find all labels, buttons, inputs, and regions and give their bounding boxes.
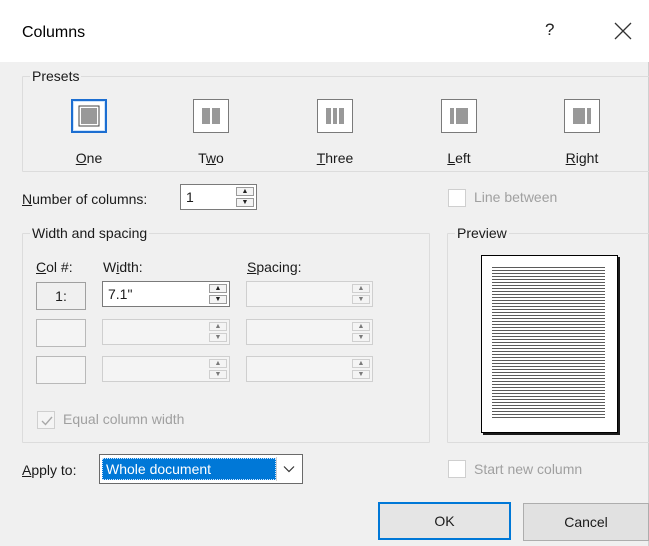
spacing-stepper-2[interactable]: ▲ ▼ (246, 319, 373, 345)
col-number-2 (36, 319, 86, 347)
spin-down-icon[interactable]: ▼ (209, 295, 227, 304)
width-stepper-3[interactable]: ▲ ▼ (102, 356, 230, 382)
col-number-header: Col #: (36, 259, 73, 275)
col-number-3 (36, 356, 86, 384)
preset-one-button[interactable] (71, 99, 107, 133)
presets-legend: Presets (30, 68, 82, 84)
width-value-1: 7.1" (108, 286, 133, 302)
dialog-title: Columns (22, 24, 86, 41)
preset-three-button[interactable] (317, 99, 353, 133)
ok-button[interactable]: OK (378, 502, 511, 540)
preview-text-lines (492, 267, 605, 420)
number-of-columns-stepper[interactable]: 1 ▲ ▼ (180, 184, 257, 210)
checkmark-icon (41, 416, 53, 426)
spacing-stepper-3[interactable]: ▲ ▼ (246, 356, 373, 382)
spin-up-icon[interactable]: ▲ (352, 322, 370, 331)
start-new-column-label: Start new column (474, 461, 583, 477)
preview-legend: Preview (455, 225, 509, 241)
apply-to-label: Apply to: (22, 462, 77, 478)
width-spacing-legend: Width and spacing (30, 225, 150, 241)
spin-down-icon[interactable]: ▼ (236, 198, 254, 207)
title-bar: Columns ? (0, 0, 649, 62)
apply-to-select[interactable]: Whole document (99, 454, 303, 484)
width-stepper-2[interactable]: ▲ ▼ (102, 319, 230, 345)
spin-down-icon[interactable]: ▼ (352, 295, 370, 304)
preset-two-button[interactable] (193, 99, 229, 133)
spin-down-icon[interactable]: ▼ (209, 333, 227, 342)
preset-three-label: Three (316, 150, 354, 166)
cancel-button[interactable]: Cancel (523, 503, 649, 541)
col-number-1: 1: (36, 282, 86, 310)
spin-down-icon[interactable]: ▼ (352, 333, 370, 342)
width-stepper-1[interactable]: 7.1" ▲ ▼ (102, 281, 230, 307)
spin-up-icon[interactable]: ▲ (352, 284, 370, 293)
spin-up-icon[interactable]: ▲ (352, 359, 370, 368)
one-column-icon (78, 105, 100, 127)
preview-page (481, 255, 618, 433)
preset-right-button[interactable] (564, 99, 600, 133)
spin-down-icon[interactable]: ▼ (209, 370, 227, 379)
two-columns-icon (202, 108, 220, 124)
preset-right-label: Right (565, 150, 599, 166)
chevron-down-icon[interactable] (276, 457, 300, 481)
width-header: Width: (103, 259, 143, 275)
spin-up-icon[interactable]: ▲ (236, 187, 254, 196)
preset-two-label: Two (198, 150, 224, 166)
preset-left-label: Left (447, 150, 471, 166)
line-between-checkbox[interactable] (448, 189, 466, 207)
line-between-label: Line between (474, 189, 558, 205)
help-button[interactable]: ? (545, 20, 554, 40)
spin-up-icon[interactable]: ▲ (209, 284, 227, 293)
three-columns-icon (326, 108, 344, 124)
spin-up-icon[interactable]: ▲ (209, 322, 227, 331)
right-columns-icon (573, 108, 591, 124)
spin-down-icon[interactable]: ▼ (352, 370, 370, 379)
spin-up-icon[interactable]: ▲ (209, 359, 227, 368)
number-of-columns-value: 1 (186, 189, 194, 205)
apply-to-value: Whole document (102, 458, 276, 480)
spacing-stepper-1[interactable]: ▲ ▼ (246, 281, 373, 307)
left-columns-icon (450, 108, 468, 124)
equal-column-width-checkbox[interactable] (37, 411, 55, 429)
columns-dialog: Columns ? Presets One Two Three Left Rig… (0, 0, 649, 546)
preset-left-button[interactable] (441, 99, 477, 133)
close-icon[interactable] (612, 20, 638, 46)
preset-one-label: One (75, 150, 103, 166)
start-new-column-checkbox[interactable] (448, 460, 466, 478)
number-of-columns-label: Number of columns: (22, 191, 148, 207)
equal-column-width-label: Equal column width (63, 411, 185, 427)
spacing-header: Spacing: (247, 259, 302, 275)
